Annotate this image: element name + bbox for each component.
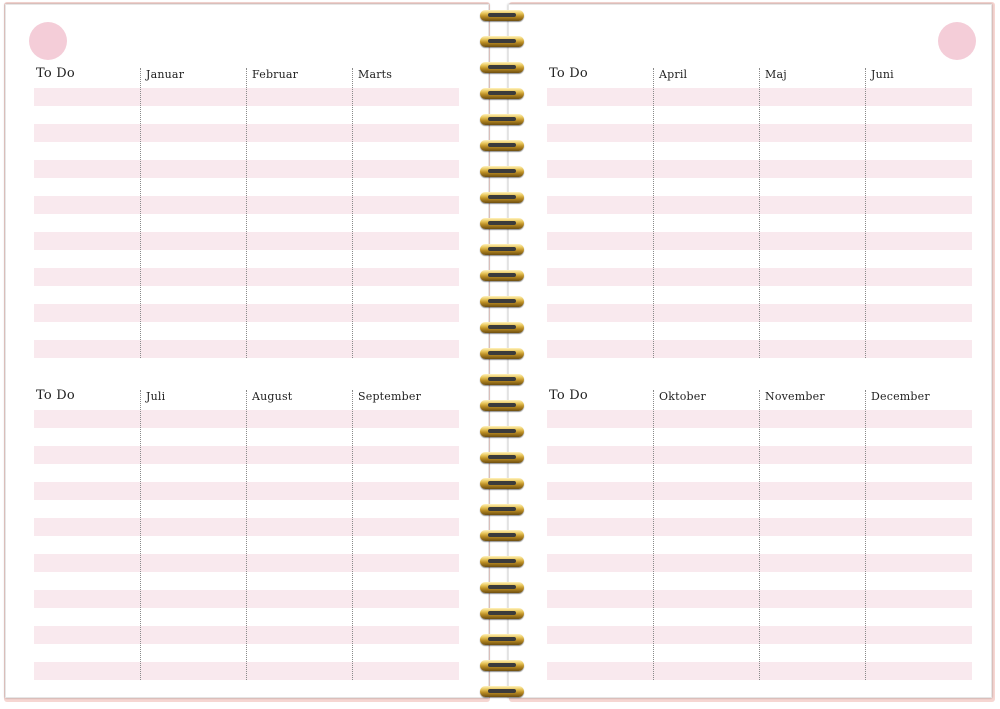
column-divider [865, 68, 866, 358]
column-divider [246, 68, 247, 358]
spiral-coil-icon [480, 36, 524, 49]
coil-gap [488, 637, 516, 641]
column-divider [865, 390, 866, 680]
todo-section-q1: To Do Januar Februar Marts [34, 60, 459, 358]
spiral-coil-icon [480, 478, 524, 491]
month-label-march: Marts [358, 68, 393, 81]
spiral-coil-icon [480, 400, 524, 413]
coil-gap [488, 377, 516, 381]
coil-gap [488, 39, 516, 43]
coil-gap [488, 117, 516, 121]
month-label-august: August [252, 390, 293, 403]
coil-gap [488, 429, 516, 433]
month-label-may: Maj [765, 68, 787, 81]
spiral-coil-icon [480, 88, 524, 101]
coil-gap [488, 143, 516, 147]
column-divider [653, 390, 654, 680]
coil-gap [488, 559, 516, 563]
spiral-coil-icon [480, 582, 524, 595]
coil-gap [488, 611, 516, 615]
coil-gap [488, 507, 516, 511]
left-page: To Do Januar Februar Marts To Do Juli Au… [5, 4, 489, 698]
todo-heading: To Do [549, 66, 588, 81]
spiral-coil-icon [480, 166, 524, 179]
column-divider [140, 390, 141, 680]
spiral-coil-icon [480, 634, 524, 647]
coil-gap [488, 455, 516, 459]
month-label-september: September [358, 390, 422, 403]
column-divider [759, 390, 760, 680]
todo-section-q4: To Do Oktober November December [547, 382, 972, 680]
spiral-binding-icon [478, 10, 526, 700]
todo-heading: To Do [36, 388, 75, 403]
planner-spread: To Do Januar Februar Marts To Do Juli Au… [0, 0, 1000, 709]
column-divider [352, 390, 353, 680]
coil-gap [488, 65, 516, 69]
month-label-november: November [765, 390, 825, 403]
month-label-february: Februar [252, 68, 299, 81]
spiral-coil-icon [480, 530, 524, 543]
spiral-coil-icon [480, 62, 524, 75]
coil-gap [488, 91, 516, 95]
column-divider [140, 68, 141, 358]
spiral-coil-icon [480, 452, 524, 465]
spiral-coil-icon [480, 10, 524, 23]
coil-gap [488, 273, 516, 277]
column-divider [653, 68, 654, 358]
coil-gap [488, 585, 516, 589]
spiral-coil-icon [480, 218, 524, 231]
spiral-coil-icon [480, 504, 524, 517]
spiral-coil-icon [480, 114, 524, 127]
column-divider [246, 390, 247, 680]
month-label-april: April [659, 68, 688, 81]
spiral-coil-icon [480, 348, 524, 361]
spiral-coil-icon [480, 426, 524, 439]
spiral-coil-icon [480, 686, 524, 699]
coil-gap [488, 221, 516, 225]
todo-section-q3: To Do Juli August September [34, 382, 459, 680]
todo-section-q2: To Do April Maj Juni [547, 60, 972, 358]
spiral-coil-icon [480, 244, 524, 257]
month-label-december: December [871, 390, 930, 403]
coil-gap [488, 13, 516, 17]
todo-heading: To Do [36, 66, 75, 81]
spiral-coil-icon [480, 322, 524, 335]
spiral-coil-icon [480, 608, 524, 621]
coil-gap [488, 481, 516, 485]
coil-gap [488, 689, 516, 693]
coil-gap [488, 169, 516, 173]
month-label-july: Juli [146, 390, 166, 403]
month-label-january: Januar [146, 68, 185, 81]
coil-gap [488, 195, 516, 199]
coil-gap [488, 663, 516, 667]
coil-gap [488, 247, 516, 251]
spiral-coil-icon [480, 270, 524, 283]
coil-gap [488, 533, 516, 537]
month-label-october: Oktober [659, 390, 706, 403]
month-label-june: Juni [871, 68, 894, 81]
column-divider [352, 68, 353, 358]
spiral-coil-icon [480, 140, 524, 153]
coil-gap [488, 403, 516, 407]
coil-gap [488, 325, 516, 329]
coil-gap [488, 351, 516, 355]
spiral-coil-icon [480, 296, 524, 309]
right-page: To Do April Maj Juni To Do Oktober Novem… [508, 4, 992, 698]
coil-gap [488, 299, 516, 303]
spiral-coil-icon [480, 556, 524, 569]
spiral-coil-icon [480, 374, 524, 387]
column-divider [759, 68, 760, 358]
spiral-coil-icon [480, 660, 524, 673]
todo-heading: To Do [549, 388, 588, 403]
punch-hole-icon [29, 22, 67, 60]
spiral-coil-icon [480, 192, 524, 205]
punch-hole-icon [938, 22, 976, 60]
